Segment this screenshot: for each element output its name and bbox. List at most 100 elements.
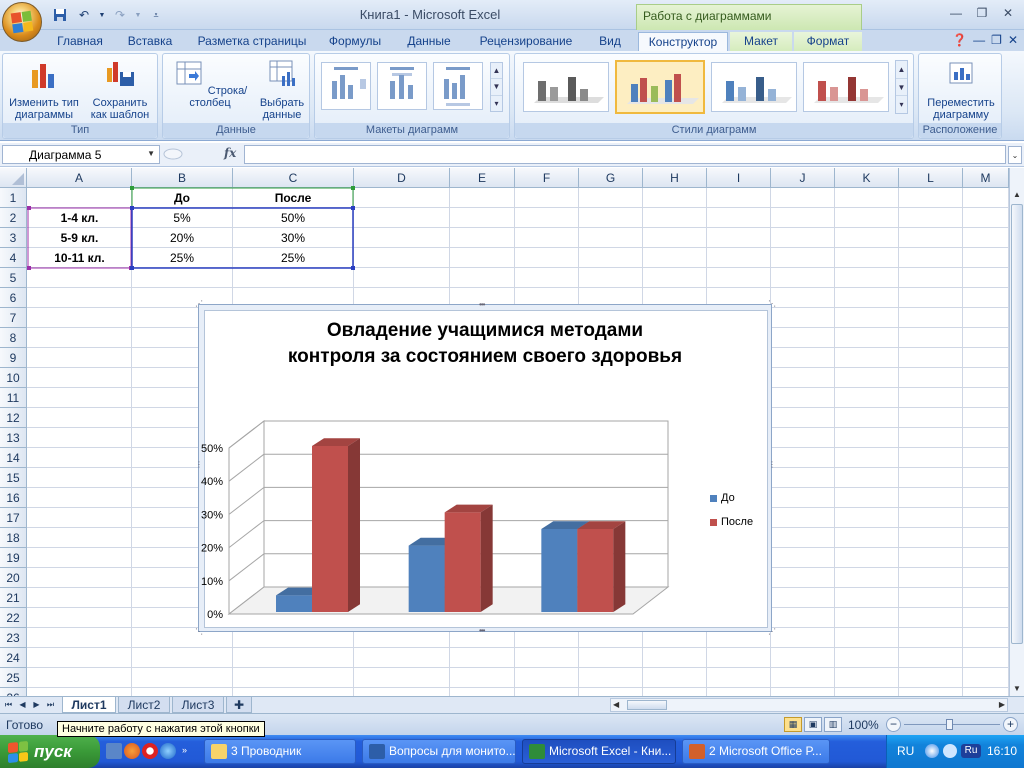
tray-keyboard-layout-icon[interactable]: Ru: [961, 744, 981, 758]
quick-launch-more-icon[interactable]: »: [182, 745, 187, 755]
first-sheet-icon[interactable]: ⏮: [2, 698, 15, 712]
zoom-out-button[interactable]: −: [886, 717, 901, 732]
page-break-view-icon[interactable]: ▥: [824, 717, 842, 732]
tab-format[interactable]: Формат: [794, 32, 862, 51]
chart-layout-3[interactable]: [433, 62, 483, 110]
chart-layout-1[interactable]: [321, 62, 371, 110]
select-data-button[interactable]: Выбрать данные: [255, 58, 309, 121]
chart-object[interactable]: ⋰ ••• ⋱ ⋮ ⋮ ⋱ ••• ⋰ Овладение учащимися …: [195, 300, 776, 636]
ribbon-restore-icon[interactable]: ❐: [991, 33, 1002, 47]
zoom-in-button[interactable]: +: [1003, 717, 1018, 732]
worksheet-grid[interactable]: ABCDEFGHIJKLM 1 2 3 4 5 6 7 8 9 10 11 12 13 14 15 16 17 1…: [0, 168, 1009, 696]
y-tick-label: 40%: [201, 476, 223, 488]
restore-button[interactable]: ❐: [970, 4, 994, 22]
sheet-tab-2[interactable]: Лист2: [118, 697, 170, 713]
save-template-button[interactable]: Сохранить как шаблон: [85, 58, 155, 121]
minimize-button[interactable]: —: [944, 4, 968, 22]
name-box-dropdown-icon[interactable]: ▼: [147, 149, 155, 158]
chart-style-blue[interactable]: [711, 62, 797, 112]
horizontal-scroll-thumb[interactable]: [627, 700, 667, 710]
gallery-down-icon[interactable]: ▼: [491, 79, 502, 96]
name-box[interactable]: Диаграмма 5 ▼: [2, 145, 160, 164]
ribbon-close-icon[interactable]: ✕: [1008, 33, 1018, 47]
last-sheet-icon[interactable]: ⏭: [44, 698, 57, 712]
tab-formulas[interactable]: Формулы: [322, 32, 388, 51]
select-data-icon: [269, 60, 295, 86]
tray-back-icon[interactable]: [925, 744, 939, 758]
legend-item-before[interactable]: До: [710, 492, 735, 504]
sheet-tab-1[interactable]: Лист1: [62, 697, 116, 713]
tab-insert[interactable]: Вставка: [120, 32, 180, 51]
ribbon-tabs: Главная Вставка Разметка страницы Формул…: [0, 30, 1024, 51]
window-controls: — ❐ ✕: [944, 4, 1020, 22]
formula-input[interactable]: [244, 145, 1006, 164]
chart-layout-2[interactable]: [377, 62, 427, 110]
zoom-level[interactable]: 100%: [848, 718, 879, 732]
horizontal-scrollbar[interactable]: ◀ ▶: [610, 698, 1008, 712]
scroll-left-icon[interactable]: ◀: [613, 700, 619, 709]
chart-style-gray[interactable]: [523, 62, 609, 112]
legend-item-after[interactable]: После: [710, 516, 753, 528]
vertical-scrollbar[interactable]: ▲ ▼: [1009, 168, 1024, 696]
close-button[interactable]: ✕: [996, 4, 1020, 22]
switch-row-column-button[interactable]: Строка/столбец: [165, 58, 255, 109]
opera-icon[interactable]: [142, 743, 158, 759]
y-tick-label: 30%: [201, 509, 223, 521]
styles-gallery-scroll[interactable]: ▲ ▼ ▾: [895, 60, 908, 114]
zoom-slider-thumb[interactable]: [946, 719, 953, 730]
scroll-right-icon[interactable]: ▶: [999, 700, 1005, 709]
task-explorer[interactable]: 3 Проводник: [204, 739, 356, 764]
ie-icon[interactable]: [160, 743, 176, 759]
gallery-down-icon[interactable]: ▼: [896, 79, 907, 97]
insert-function-button[interactable]: fx: [224, 146, 236, 160]
page-layout-view-icon[interactable]: ▣: [804, 717, 822, 732]
tab-page-layout[interactable]: Разметка страницы: [192, 32, 312, 51]
chart-style-red[interactable]: [803, 62, 889, 112]
task-word[interactable]: Вопросы для монито...: [362, 739, 516, 764]
layouts-gallery-scroll[interactable]: ▲ ▼ ▾: [490, 62, 503, 112]
group-location: Переместить диаграмму Расположение: [918, 53, 1002, 139]
sheet-tab-3[interactable]: Лист3: [172, 697, 224, 713]
chart-plot[interactable]: 0%10%20%30%40%50%1-4 кл.5-9 кл.10-11 кл.: [198, 304, 772, 632]
start-button[interactable]: пуск: [0, 735, 100, 768]
gallery-more-icon[interactable]: ▾: [491, 96, 502, 111]
insert-sheet-icon[interactable]: ✚: [226, 697, 252, 713]
normal-view-icon[interactable]: ▦: [784, 717, 802, 732]
change-chart-type-button[interactable]: Изменить тип диаграммы: [7, 58, 81, 121]
title-bar: ↶ ▼ ↷ ▼ ⩡ Книга1 - Microsoft Excel Работ…: [0, 0, 1024, 30]
tab-design[interactable]: Конструктор: [638, 32, 728, 51]
show-desktop-icon[interactable]: [106, 743, 122, 759]
scroll-up-icon[interactable]: ▲: [1010, 188, 1024, 202]
scroll-down-icon[interactable]: ▼: [1010, 682, 1024, 696]
tray-volume-icon[interactable]: [943, 744, 957, 758]
task-powerpoint[interactable]: 2 Microsoft Office P...: [682, 739, 830, 764]
style-thumb-icon: [722, 77, 792, 103]
tab-view[interactable]: Вид: [592, 32, 628, 51]
chart-type-icon: [32, 64, 54, 88]
language-indicator[interactable]: RU: [897, 744, 914, 758]
windows-flag-icon: [8, 740, 28, 763]
gallery-up-icon[interactable]: ▲: [896, 61, 907, 79]
gallery-up-icon[interactable]: ▲: [491, 63, 502, 80]
move-chart-button[interactable]: Переместить диаграмму: [921, 58, 1001, 121]
chart-style-multicolor[interactable]: [615, 60, 705, 114]
task-excel[interactable]: Microsoft Excel - Кни...: [522, 739, 676, 764]
vertical-scroll-thumb[interactable]: [1011, 204, 1023, 644]
excel-icon: [529, 744, 545, 759]
tab-data[interactable]: Данные: [400, 32, 458, 51]
tab-review[interactable]: Рецензирование: [470, 32, 582, 51]
help-icon[interactable]: ❓: [952, 33, 967, 47]
office-button[interactable]: [2, 2, 42, 42]
prev-sheet-icon[interactable]: ◀: [16, 698, 29, 712]
next-sheet-icon[interactable]: ▶: [30, 698, 43, 712]
tab-layout[interactable]: Макет: [730, 32, 792, 51]
ribbon: Изменить тип диаграммы Сохранить как шаб…: [0, 51, 1024, 141]
firefox-icon[interactable]: [124, 743, 140, 759]
tab-home[interactable]: Главная: [52, 32, 108, 51]
y-tick-label: 0%: [207, 609, 223, 621]
expand-formula-bar-icon[interactable]: ⌄: [1008, 146, 1022, 164]
group-chart-layouts: ▲ ▼ ▾ Макеты диаграмм: [314, 53, 510, 139]
ribbon-minimize-icon[interactable]: —: [973, 33, 985, 47]
style-thumb-icon: [627, 74, 699, 104]
gallery-more-icon[interactable]: ▾: [896, 96, 907, 113]
